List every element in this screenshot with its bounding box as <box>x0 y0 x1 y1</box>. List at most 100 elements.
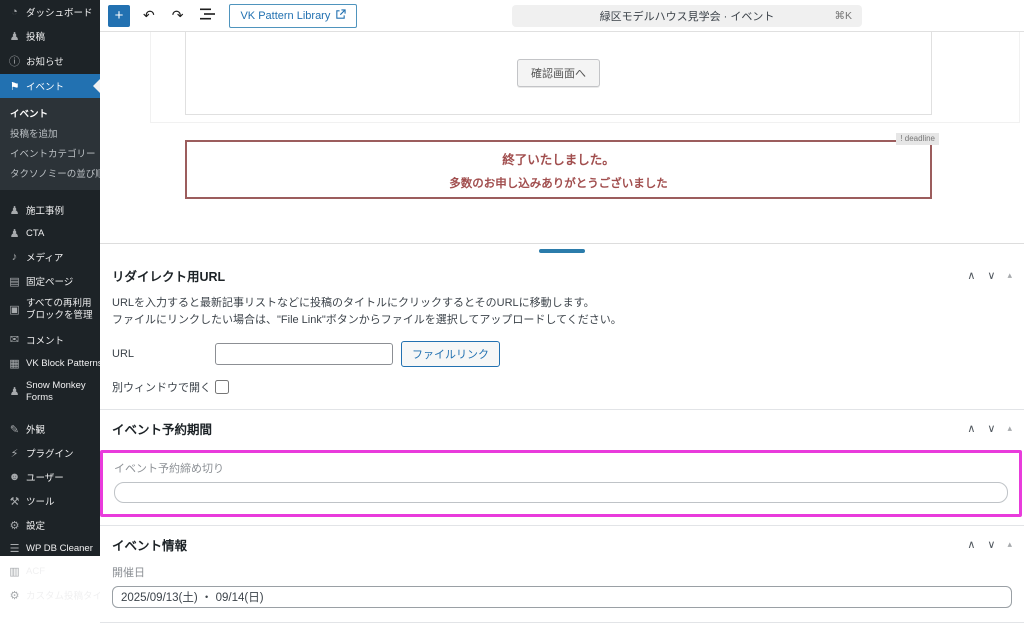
event-date-input[interactable] <box>112 586 1012 608</box>
undo-icon[interactable]: ↶ <box>139 5 159 26</box>
admin-sidebar: ◔ ダッシュボード ♟ 投稿 ⓘ お知らせ ⚑ イベント イベント 投稿を追加 <box>0 0 100 556</box>
sidebar-item[interactable]: ⚑ イベント <box>0 74 100 98</box>
gear-icon: ⚙ <box>8 589 21 602</box>
metabox-header: イベント情報 ∧ ∨ ▴ <box>100 526 1024 562</box>
editor-toolbar: + ↶ ↷ VK Pattern Library 緑区モデルハウス見学会 · イ… <box>100 0 1024 32</box>
editor-canvas: 確認画面へ ! deadline 終了いたしました。 多数のお申し込みありがとう… <box>100 32 1024 243</box>
document-title-button[interactable]: 緑区モデルハウス見学会 · イベント ⌘K <box>512 5 862 27</box>
sidebar-item[interactable]: ◔ ダッシュボード <box>0 0 100 24</box>
sidebar-item-label: コメント <box>26 333 64 347</box>
metabox-header: イベント予約期間 ∧ ∨ ▴ <box>100 410 1024 446</box>
new-window-label: 別ウィンドウで開く <box>112 379 215 395</box>
patterns-icon: ▦ <box>8 357 21 370</box>
sidebar-item-label: プラグイン <box>26 446 74 460</box>
metabox-move-up-button[interactable]: ∧ <box>967 538 975 551</box>
sidebar-item-label: 投稿 <box>26 29 45 43</box>
sidebar-item[interactable]: ✉ コメント <box>0 328 100 352</box>
sidebar-item[interactable]: ⚡ プラグイン <box>0 441 100 465</box>
metabox-title: イベント予約期間 <box>112 419 212 438</box>
sidebar-item[interactable]: ♟ CTA <box>0 222 100 245</box>
metabox-redirect-url: リダイレクト用URL ∧ ∨ ▴ URLを入力すると最新記事リストなどに投稿のタ… <box>100 257 1024 410</box>
sidebar-item-label: イベント <box>26 79 64 93</box>
metabox-event-info: イベント情報 ∧ ∨ ▴ 開催日 <box>100 526 1024 623</box>
sidebar-item-label: カスタム投稿タイ <box>26 588 100 602</box>
sidebar-subitem[interactable]: イベント <box>0 103 100 123</box>
sidebar-item[interactable]: ☻ ユーザー <box>0 465 100 489</box>
metabox-move-up-button[interactable]: ∧ <box>967 269 975 282</box>
appearance-icon: ✎ <box>8 423 21 436</box>
sidebar-item-label: すべての再利用ブロックを管理 <box>26 298 96 323</box>
metabox-toggle-button[interactable]: ▴ <box>1007 423 1012 434</box>
metabox-move-down-button[interactable]: ∨ <box>987 269 995 282</box>
admin-menu-bottom: ♟ 施工事例 ♟ CTA ♪ メディア ▤ 固定ページ ▣ すべての再利用ブロッ… <box>0 198 100 607</box>
reservation-deadline-label: イベント予約締め切り <box>114 460 1008 476</box>
deadline-block-badge: ! deadline <box>896 133 939 145</box>
sidebar-item[interactable]: ⚙ カスタム投稿タイ <box>0 583 100 607</box>
sidebar-item[interactable]: ⚙ 設定 <box>0 513 100 537</box>
sidebar-subitem[interactable]: 投稿を追加 <box>0 123 100 143</box>
reservation-deadline-input[interactable] <box>114 482 1008 503</box>
metabox-title: リダイレクト用URL <box>112 266 225 285</box>
sidebar-item[interactable]: ♟ 施工事例 <box>0 198 100 222</box>
pin-icon: ♟ <box>8 385 21 399</box>
deadline-message-line2: 多数のお申し込みありがとうございました <box>187 175 930 191</box>
pages-icon: ▤ <box>8 275 21 288</box>
sidebar-item[interactable]: ▦ VK Block Patterns <box>0 352 100 375</box>
command-shortcut: ⌘K <box>834 10 852 22</box>
metabox-header: リダイレクト用URL ∧ ∨ ▴ <box>100 257 1024 293</box>
sidebar-item[interactable]: ⚒ ツール <box>0 489 100 513</box>
media-icon: ♪ <box>8 251 21 263</box>
redo-icon[interactable]: ↷ <box>168 5 188 26</box>
dashboard-icon: ◔ <box>8 6 21 18</box>
pin-icon: ♟ <box>8 227 21 240</box>
sidebar-item-label: 固定ページ <box>26 274 73 288</box>
database-icon: ☰ <box>8 542 21 555</box>
sidebar-item-label: Snow Monkey Forms <box>26 380 96 405</box>
confirm-screen-button[interactable]: 確認画面へ <box>517 59 600 87</box>
users-icon: ☻ <box>8 471 21 483</box>
redirect-description-line2: ファイルにリンクしたい場合は、"File Link"ボタンからファイルを選択して… <box>112 312 1012 329</box>
sidebar-subitem[interactable]: タクソノミーの並び順 <box>0 163 100 183</box>
external-link-icon <box>335 9 346 23</box>
url-field-label: URL <box>112 348 215 360</box>
sidebar-item-label: ツール <box>26 494 55 508</box>
sidebar-item-label: 施工事例 <box>26 203 64 217</box>
sidebar-item-label: VK Block Patterns <box>26 358 100 369</box>
editor-main: + ↶ ↷ VK Pattern Library 緑区モデルハウス見学会 · イ… <box>100 0 1024 556</box>
metabox-toggle-button[interactable]: ▴ <box>1007 270 1012 281</box>
list-view-icon[interactable] <box>196 5 220 26</box>
sidebar-item[interactable]: ▤ 固定ページ <box>0 269 100 293</box>
metabox-event-reservation: イベント予約期間 ∧ ∨ ▴ イベント予約締め切り <box>100 410 1024 526</box>
sidebar-item-label: ダッシュボード <box>26 5 93 19</box>
annotation-highlight-box: イベント予約締め切り <box>100 450 1022 517</box>
new-window-checkbox[interactable] <box>215 380 229 394</box>
metabox-move-down-button[interactable]: ∨ <box>987 422 995 435</box>
sidebar-item[interactable]: ▣ すべての再利用ブロックを管理 <box>0 293 100 328</box>
metabox-toggle-button[interactable]: ▴ <box>1007 539 1012 550</box>
vk-pattern-library-button[interactable]: VK Pattern Library <box>229 4 357 28</box>
deadline-message-line1: 終了いたしました。 <box>187 149 930 168</box>
sidebar-subitem[interactable]: イベントカテゴリー <box>0 143 100 163</box>
form-preview-block: 確認画面へ <box>185 32 932 115</box>
sidebar-item[interactable]: ♟ Snow Monkey Forms <box>0 375 100 410</box>
acf-icon: ▥ <box>8 565 21 578</box>
events-submenu: イベント 投稿を追加 イベントカテゴリー タクソノミーの並び順 <box>0 98 100 190</box>
metabox-move-down-button[interactable]: ∨ <box>987 538 995 551</box>
file-link-button[interactable]: ファイルリンク <box>401 341 500 367</box>
sidebar-item[interactable]: ▥ ACF <box>0 560 100 583</box>
sidebar-item-label: ユーザー <box>26 470 64 484</box>
document-title: 緑区モデルハウス見学会 · イベント <box>600 8 775 24</box>
info-icon: ⓘ <box>8 53 21 69</box>
sidebar-item[interactable]: ♟ 投稿 <box>0 24 100 48</box>
tools-icon: ⚒ <box>8 495 21 508</box>
comments-icon: ✉ <box>8 333 21 346</box>
sidebar-item[interactable]: ♪ メディア <box>0 245 100 269</box>
metabox-resize-handle[interactable] <box>539 249 585 253</box>
sidebar-item-label: 設定 <box>26 518 45 532</box>
sidebar-item[interactable]: ✎ 外観 <box>0 417 100 441</box>
url-input[interactable] <box>215 343 393 365</box>
metabox-move-up-button[interactable]: ∧ <box>967 422 975 435</box>
sidebar-item[interactable]: ⓘ お知らせ <box>0 48 100 74</box>
sidebar-item[interactable]: ☰ WP DB Cleaner <box>0 537 100 560</box>
add-block-button[interactable]: + <box>108 5 130 27</box>
